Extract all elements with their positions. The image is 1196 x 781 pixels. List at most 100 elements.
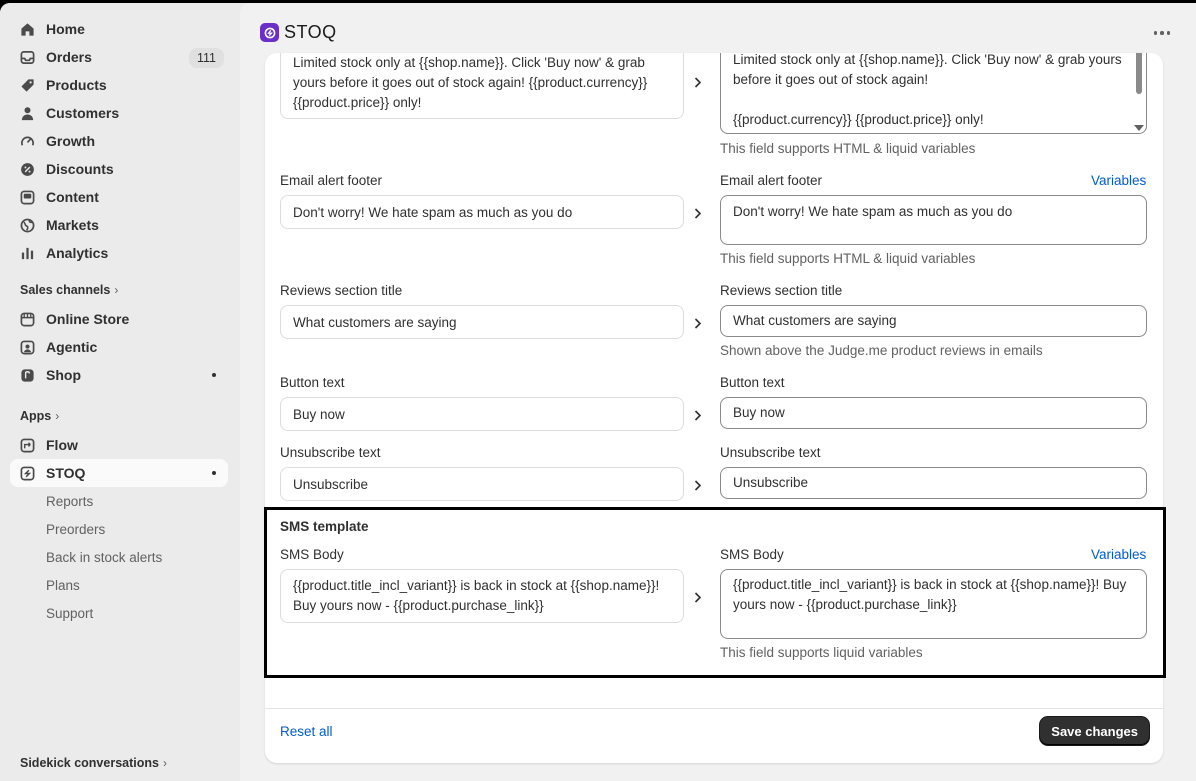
nav-label: Online Store (46, 311, 130, 327)
content-icon (19, 189, 35, 205)
sales-channels-heading[interactable]: Sales channels › (20, 283, 118, 297)
main-content: STOQ Limited stock only at {{shop.name}}… (240, 3, 1196, 781)
scroll-down-icon[interactable] (1134, 125, 1144, 131)
apps-heading[interactable]: Apps › (20, 409, 59, 423)
html-help-text: This field supports HTML & liquid variab… (720, 141, 976, 156)
nav-content[interactable]: Content (10, 183, 228, 211)
status-dot (212, 471, 216, 475)
html-help-text: This field supports HTML & liquid variab… (720, 251, 976, 266)
discount-icon (19, 161, 35, 177)
nav-markets[interactable]: Markets (10, 211, 228, 239)
field-value: Don't worry! We hate spam as much as you… (293, 205, 573, 220)
button-text-label-left: Button text (280, 375, 345, 390)
field-value: What customers are saying (293, 315, 457, 330)
nav-label: Markets (46, 217, 99, 233)
nav-online-store[interactable]: Online Store (10, 305, 228, 333)
scrollbar[interactable] (1136, 53, 1142, 94)
sub-item-preorders[interactable]: Preorders (46, 522, 105, 537)
reviews-help-text: Shown above the Judge.me product reviews… (720, 343, 1043, 358)
nav-orders[interactable]: Orders 111 (10, 43, 228, 71)
nav-label: Products (46, 77, 107, 93)
chevron-right-icon: › (55, 409, 60, 423)
nav-shop[interactable]: Shop (10, 361, 228, 389)
chevron-right-icon[interactable] (691, 75, 705, 89)
sidekick-conversations[interactable]: Sidekick conversations › (20, 756, 167, 770)
variables-link[interactable]: Variables (1091, 173, 1146, 188)
button-text-input[interactable]: Buy now (720, 397, 1147, 429)
email-body-default-field[interactable]: Limited stock only at {{shop.name}}. Cli… (280, 53, 684, 119)
chevron-right-icon[interactable] (691, 316, 705, 330)
nav-label: Orders (46, 49, 92, 65)
reset-all-button[interactable]: Reset all (280, 724, 333, 739)
store-icon (19, 311, 35, 327)
shop-icon (19, 367, 35, 383)
nav-label: Customers (46, 105, 120, 121)
sub-item-back-in-stock-alerts[interactable]: Back in stock alerts (46, 550, 162, 565)
status-dot (212, 373, 216, 377)
unsubscribe-input[interactable]: Unsubscribe (720, 467, 1147, 499)
nav-label: STOQ (46, 465, 86, 481)
globe-icon (19, 217, 35, 233)
nav-discounts[interactable]: Discounts (10, 155, 228, 183)
orders-count-badge: 111 (188, 48, 224, 68)
save-changes-button[interactable]: Save changes (1040, 717, 1149, 745)
sub-item-support[interactable]: Support (46, 606, 93, 621)
chevron-right-icon[interactable] (691, 408, 705, 422)
nav-customers[interactable]: Customers (10, 99, 228, 127)
inbox-icon (19, 49, 35, 65)
nav-label: Analytics (46, 245, 109, 261)
nav-flow[interactable]: Flow (10, 431, 228, 459)
reviews-label-left: Reviews section title (280, 283, 403, 298)
chevron-right-icon: › (114, 283, 119, 297)
unsubscribe-label-left: Unsubscribe text (280, 445, 381, 460)
app-header: STOQ (240, 3, 1196, 59)
button-text-label-right: Button text (720, 375, 785, 390)
nav-stoq[interactable]: STOQ (10, 459, 228, 487)
section-label: Sales channels (20, 283, 111, 297)
bar-chart-icon (19, 245, 35, 261)
stoq-logo-icon (260, 23, 279, 42)
field-value: Don't worry! We hate spam as much as you… (733, 204, 1013, 219)
section-label: Apps (20, 409, 52, 423)
nav-label: Agentic (46, 339, 98, 355)
field-value: Unsubscribe (293, 477, 369, 492)
nav-label: Shop (46, 367, 81, 383)
field-value: Buy now (293, 407, 345, 422)
sms-template-highlight (264, 507, 1166, 678)
nav-agentic[interactable]: Agentic (10, 333, 228, 361)
agentic-icon (19, 339, 35, 355)
button-text-default-field[interactable]: Buy now (280, 397, 684, 431)
chevron-right-icon[interactable] (691, 206, 705, 220)
reviews-default-field[interactable]: What customers are saying (280, 305, 684, 339)
dot-icon (1160, 31, 1164, 35)
nav-label: Growth (46, 133, 95, 149)
tag-icon (19, 77, 35, 93)
section-label: Sidekick conversations (20, 756, 159, 770)
unsubscribe-default-field[interactable]: Unsubscribe (280, 467, 684, 501)
footer-label-right: Email alert footer (720, 173, 823, 188)
footer-default-field[interactable]: Don't worry! We hate spam as much as you… (280, 195, 684, 229)
dot-icon (1153, 31, 1158, 35)
stoq-icon (19, 465, 35, 481)
email-body-textarea[interactable]: Limited stock only at {{shop.name}}. Cli… (720, 53, 1147, 134)
sub-item-plans[interactable]: Plans (46, 578, 80, 593)
nav-products[interactable]: Products (10, 71, 228, 99)
flow-icon (19, 437, 35, 453)
dot-icon (1166, 31, 1171, 35)
reviews-input[interactable]: What customers are saying (720, 305, 1147, 337)
nav-home[interactable]: Home (10, 15, 228, 43)
nav-analytics[interactable]: Analytics (10, 239, 228, 267)
sidebar: Home Orders 111 Products Customers Growt… (0, 3, 240, 781)
footer-textarea[interactable]: Don't worry! We hate spam as much as you… (720, 195, 1147, 245)
sub-item-reports[interactable]: Reports (46, 494, 93, 509)
reviews-label-right: Reviews section title (720, 283, 843, 298)
nav-label: Discounts (46, 161, 114, 177)
field-value: Limited stock only at {{shop.name}}. Cli… (733, 53, 1122, 127)
field-value: Buy now (733, 405, 785, 420)
divider (265, 708, 1163, 709)
chevron-right-icon[interactable] (691, 478, 705, 492)
nav-growth[interactable]: Growth (10, 127, 228, 155)
chevron-right-icon: › (162, 756, 167, 770)
more-actions-button[interactable] (1150, 23, 1174, 43)
nav-label: Flow (46, 437, 78, 453)
